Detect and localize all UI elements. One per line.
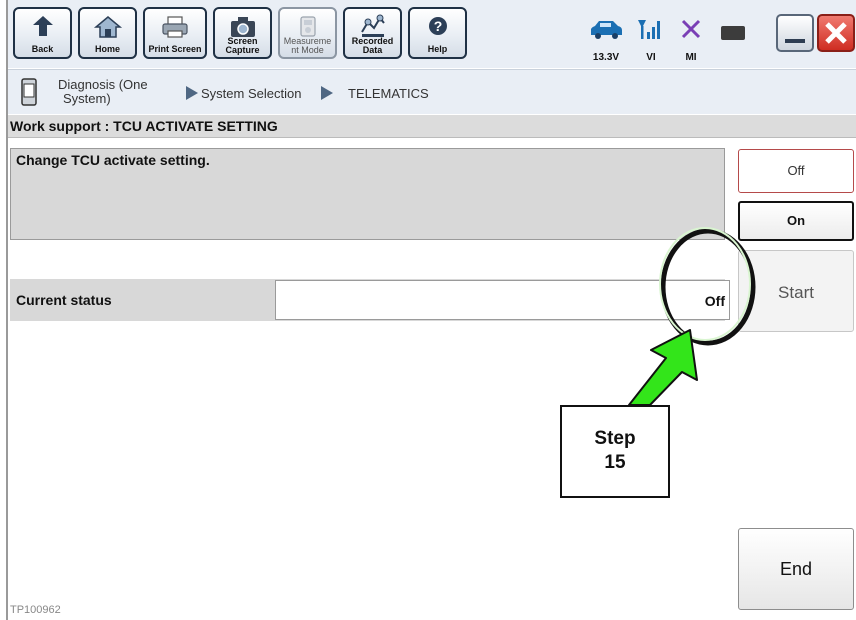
- annotation-overlay: [628, 227, 756, 406]
- pointer-arrow-icon: [628, 329, 698, 406]
- image-id: TP100962: [10, 604, 61, 616]
- highlight-circle-glow: [659, 227, 751, 341]
- step-callout: Step 15: [560, 405, 670, 498]
- app-window: Back Home Print Screen Screen Capture Me…: [0, 0, 856, 620]
- step-callout-line1: Step: [594, 428, 636, 449]
- step-callout-line2: 15: [604, 452, 626, 473]
